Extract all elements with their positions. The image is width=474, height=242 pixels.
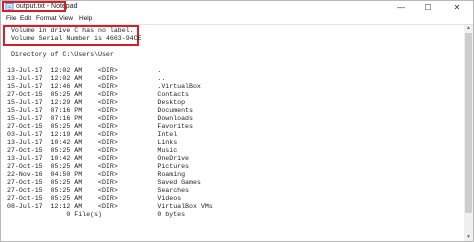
- text-line: 13-Jul-17 10:42 AM <DIR> OneDrive: [7, 155, 190, 162]
- close-button[interactable]: ✕: [445, 1, 469, 14]
- minimize-button[interactable]: —: [389, 1, 413, 14]
- text-line: 27-Oct-15 05:25 AM <DIR> Videos: [7, 195, 182, 202]
- menu-file[interactable]: File: [6, 14, 16, 24]
- text-line: Volume in drive C has no label.: [7, 27, 134, 34]
- text-editor[interactable]: Volume in drive C has no label. Volume S…: [1, 25, 463, 241]
- menu-edit[interactable]: Edit: [20, 14, 31, 24]
- menu-bar: File Edit Format View Help: [1, 14, 473, 24]
- text-line: 22-Nov-16 04:50 PM <DIR> Roaming: [7, 171, 186, 178]
- scroll-down-arrow-icon[interactable]: ▼: [464, 234, 473, 241]
- text-line: Directory of C:\Users\User: [7, 51, 114, 58]
- menu-help[interactable]: Help: [79, 14, 92, 24]
- text-line: 13-Jul-17 10:42 AM <DIR> Links: [7, 139, 178, 146]
- text-line: 27-Oct-15 05:25 AM <DIR> Music: [7, 147, 178, 154]
- scroll-up-arrow-icon[interactable]: ▲: [464, 25, 473, 32]
- text-line: 13-Jul-17 12:02 AM <DIR> ..: [7, 75, 166, 82]
- scrollbar-thumb[interactable]: [465, 33, 472, 213]
- title-highlight-box: [2, 1, 66, 12]
- menu-view[interactable]: View: [59, 14, 73, 24]
- notepad-window: output.txt - Notepad — ☐ ✕ File Edit For…: [0, 0, 474, 242]
- menu-format[interactable]: Format: [36, 14, 57, 24]
- title-bar[interactable]: output.txt - Notepad — ☐ ✕: [1, 1, 473, 14]
- text-line: 27-Oct-15 05:25 AM <DIR> Favorites: [7, 123, 193, 130]
- text-line: 13-Jul-17 12:02 AM <DIR> .: [7, 67, 162, 74]
- text-line: 15-Jul-17 12:29 AM <DIR> Desktop: [7, 99, 186, 106]
- vertical-scrollbar[interactable]: ▲ ▼: [464, 25, 473, 241]
- text-line: 15-Jul-17 07:16 PM <DIR> Downloads: [7, 115, 193, 122]
- text-line: 15-Jul-17 07:16 PM <DIR> Documents: [7, 107, 193, 114]
- text-line: 08-Jul-17 12:12 AM <DIR> VirtualBox VMs: [7, 203, 213, 210]
- text-line: 27-Oct-15 05:25 AM <DIR> Searches: [7, 187, 190, 194]
- text-line: 27-Oct-15 05:25 AM <DIR> Pictures: [7, 163, 190, 170]
- text-line: 15-Jul-17 12:46 AM <DIR> .VirtualBox: [7, 83, 201, 90]
- text-line: Volume Serial Number is 4663-94CE: [7, 35, 142, 42]
- maximize-button[interactable]: ☐: [416, 1, 440, 14]
- text-line: 03-Jul-17 12:19 AM <DIR> Intel: [7, 131, 178, 138]
- text-line: 27-Oct-15 05:25 AM <DIR> Contacts: [7, 91, 190, 98]
- text-line: 0 File(s) 0 bytes: [7, 211, 186, 218]
- text-line: 27-Oct-15 05:25 AM <DIR> Saved Games: [7, 179, 201, 186]
